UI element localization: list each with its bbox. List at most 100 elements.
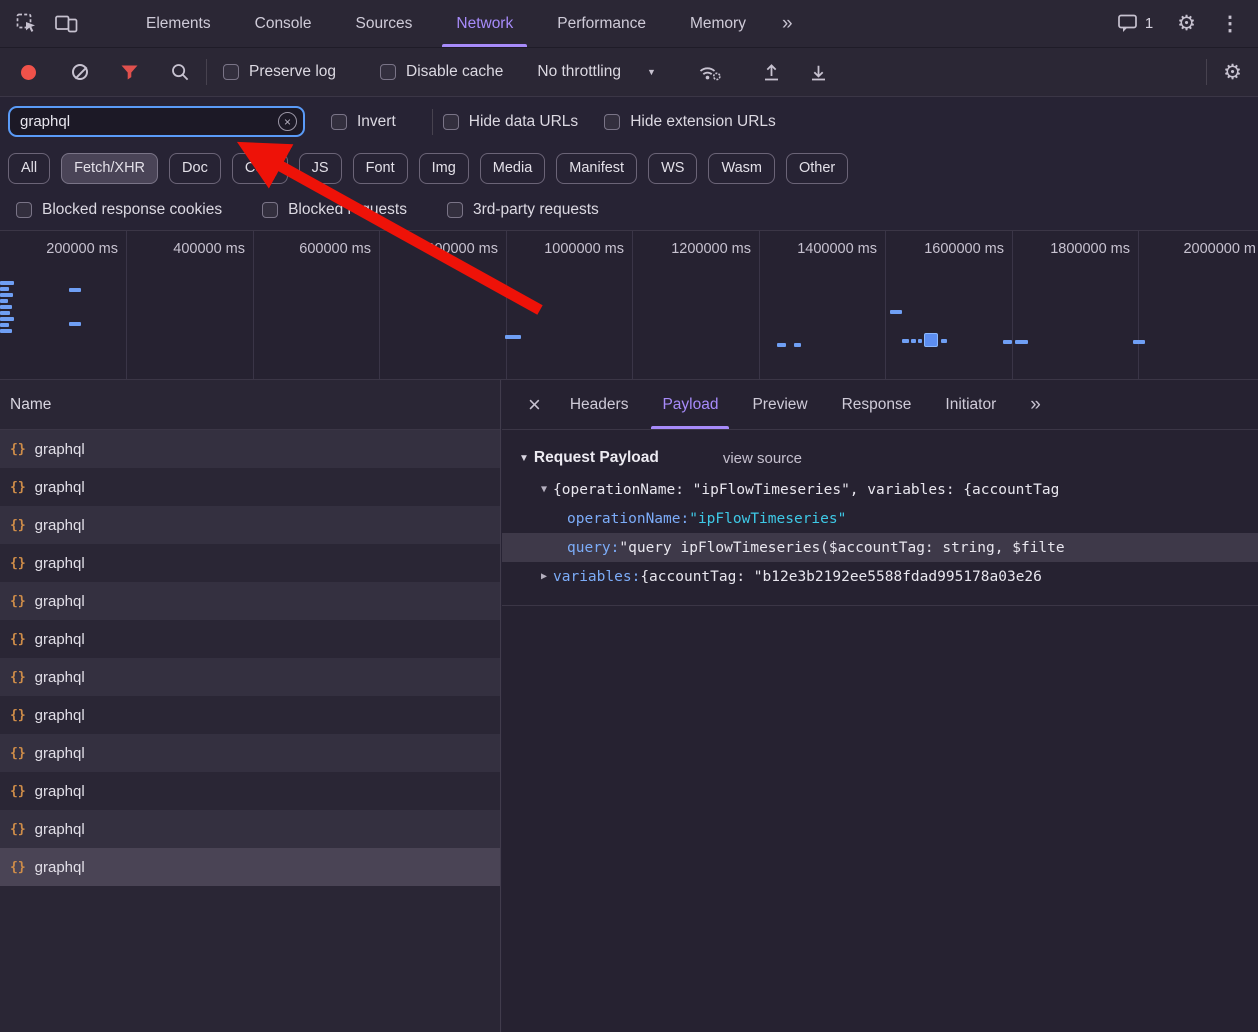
tab-elements[interactable]: Elements: [124, 0, 233, 47]
network-waterfall-bar[interactable]: [0, 305, 12, 309]
type-pill-img[interactable]: Img: [419, 153, 469, 184]
type-pill-wasm[interactable]: Wasm: [708, 153, 775, 184]
network-waterfall-bar[interactable]: [911, 339, 916, 343]
request-row[interactable]: {}graphql: [0, 506, 500, 544]
payload-entry-row-selected[interactable]: query: "query ipFlowTimeseries($accountT…: [502, 533, 1258, 562]
network-overview-timeline[interactable]: 200000 ms 400000 ms 600000 ms 800000 ms …: [0, 231, 1258, 380]
search-icon[interactable]: [171, 63, 190, 82]
third-party-label: 3rd-party requests: [473, 201, 599, 219]
record-network-log-button[interactable]: [21, 65, 36, 80]
network-waterfall-bar[interactable]: [0, 281, 14, 285]
close-detail-icon[interactable]: ×: [516, 380, 553, 429]
type-pill-all[interactable]: All: [8, 153, 50, 184]
detail-tab-preview[interactable]: Preview: [735, 380, 824, 429]
payload-section-title: Request Payload: [534, 449, 659, 467]
tab-network[interactable]: Network: [434, 0, 535, 47]
hide-extension-urls-checkbox[interactable]: [604, 114, 620, 130]
root-disclosure-icon[interactable]: ▼: [537, 484, 551, 495]
clear-filter-icon[interactable]: ×: [278, 112, 297, 131]
tab-sources[interactable]: Sources: [334, 0, 435, 47]
type-pill-media[interactable]: Media: [480, 153, 546, 184]
type-pill-css[interactable]: CSS: [232, 153, 288, 184]
network-waterfall-bar[interactable]: [902, 339, 909, 343]
network-waterfall-bar[interactable]: [69, 288, 81, 292]
type-pill-font[interactable]: Font: [353, 153, 408, 184]
filter-input[interactable]: [8, 106, 305, 137]
section-disclosure-icon[interactable]: ▼: [519, 453, 529, 464]
network-waterfall-bar[interactable]: [1015, 340, 1028, 344]
request-row[interactable]: {}graphql: [0, 620, 500, 658]
request-row[interactable]: {}graphql: [0, 658, 500, 696]
request-row-selected[interactable]: {}graphql: [0, 848, 500, 886]
filter-funnel-icon[interactable]: [120, 64, 139, 81]
json-braces-icon: {}: [10, 670, 26, 685]
tab-memory[interactable]: Memory: [668, 0, 768, 47]
network-waterfall-bar[interactable]: [505, 335, 521, 339]
network-waterfall-bar[interactable]: [794, 343, 801, 347]
throttling-select[interactable]: No throttling ▼: [537, 63, 656, 81]
third-party-checkbox[interactable]: [447, 202, 463, 218]
blocked-cookies-checkbox[interactable]: [16, 202, 32, 218]
network-waterfall-bar[interactable]: [0, 317, 14, 321]
network-waterfall-bar[interactable]: [0, 287, 9, 291]
hide-data-urls-checkbox[interactable]: [443, 114, 459, 130]
detail-tab-initiator[interactable]: Initiator: [928, 380, 1013, 429]
request-row[interactable]: {}graphql: [0, 430, 500, 468]
device-toolbar-icon[interactable]: [55, 14, 78, 33]
network-waterfall-bar[interactable]: [1003, 340, 1012, 344]
export-har-icon[interactable]: [809, 63, 828, 82]
detail-tab-response[interactable]: Response: [825, 380, 929, 429]
network-waterfall-bar[interactable]: [0, 311, 10, 315]
network-conditions-icon[interactable]: [698, 63, 722, 82]
detail-tab-headers[interactable]: Headers: [553, 380, 646, 429]
request-row[interactable]: {}graphql: [0, 772, 500, 810]
type-pill-js[interactable]: JS: [299, 153, 342, 184]
inspect-element-icon[interactable]: [16, 13, 37, 34]
import-har-icon[interactable]: [762, 63, 781, 82]
network-waterfall-bar[interactable]: [69, 322, 81, 326]
json-braces-icon: {}: [10, 822, 26, 837]
network-waterfall-bar[interactable]: [918, 339, 922, 343]
customize-menu-icon[interactable]: ⋮: [1220, 14, 1240, 34]
tab-performance[interactable]: Performance: [535, 0, 668, 47]
payload-entry-row[interactable]: operationName: "ipFlowTimeseries": [502, 504, 1258, 533]
network-waterfall-bar[interactable]: [0, 329, 12, 333]
type-pill-doc[interactable]: Doc: [169, 153, 221, 184]
type-pill-ws[interactable]: WS: [648, 153, 697, 184]
type-pill-manifest[interactable]: Manifest: [556, 153, 637, 184]
clear-network-log-button[interactable]: [72, 64, 88, 80]
more-panels-icon[interactable]: »: [768, 0, 807, 47]
payload-entry-row[interactable]: ▶ variables: {accountTag: "b12e3b2192ee5…: [502, 562, 1258, 591]
blocked-requests-checkbox[interactable]: [262, 202, 278, 218]
detail-tab-payload[interactable]: Payload: [645, 380, 735, 429]
waterfall-selected-request[interactable]: [924, 333, 938, 347]
type-pill-other[interactable]: Other: [786, 153, 848, 184]
name-column-header[interactable]: Name: [0, 380, 500, 430]
preserve-log-checkbox[interactable]: [223, 64, 239, 80]
hide-extension-urls-label: Hide extension URLs: [630, 113, 776, 131]
request-row[interactable]: {}graphql: [0, 696, 500, 734]
network-waterfall-bar[interactable]: [0, 299, 8, 303]
network-waterfall-bar[interactable]: [1133, 340, 1145, 344]
network-waterfall-bar[interactable]: [777, 343, 786, 347]
tab-console[interactable]: Console: [233, 0, 334, 47]
request-row[interactable]: {}graphql: [0, 734, 500, 772]
view-source-link[interactable]: view source: [723, 450, 802, 467]
network-waterfall-bar[interactable]: [0, 293, 13, 297]
network-waterfall-bar[interactable]: [0, 323, 9, 327]
type-pill-fetch-xhr[interactable]: Fetch/XHR: [61, 153, 158, 184]
payload-root-row[interactable]: ▼ {operationName: "ipFlowTimeseries", va…: [502, 475, 1258, 504]
request-row[interactable]: {}graphql: [0, 468, 500, 506]
network-settings-gear-icon[interactable]: ⚙: [1223, 62, 1242, 83]
settings-gear-icon[interactable]: ⚙: [1177, 13, 1196, 34]
entry-disclosure-icon[interactable]: ▶: [537, 571, 551, 582]
invert-checkbox[interactable]: [331, 114, 347, 130]
request-row[interactable]: {}graphql: [0, 582, 500, 620]
disable-cache-checkbox[interactable]: [380, 64, 396, 80]
more-detail-tabs-icon[interactable]: »: [1013, 380, 1058, 429]
network-waterfall-bar[interactable]: [890, 310, 902, 314]
request-row[interactable]: {}graphql: [0, 544, 500, 582]
console-messages-button[interactable]: 1: [1118, 14, 1153, 33]
request-row[interactable]: {}graphql: [0, 810, 500, 848]
network-waterfall-bar[interactable]: [941, 339, 947, 343]
